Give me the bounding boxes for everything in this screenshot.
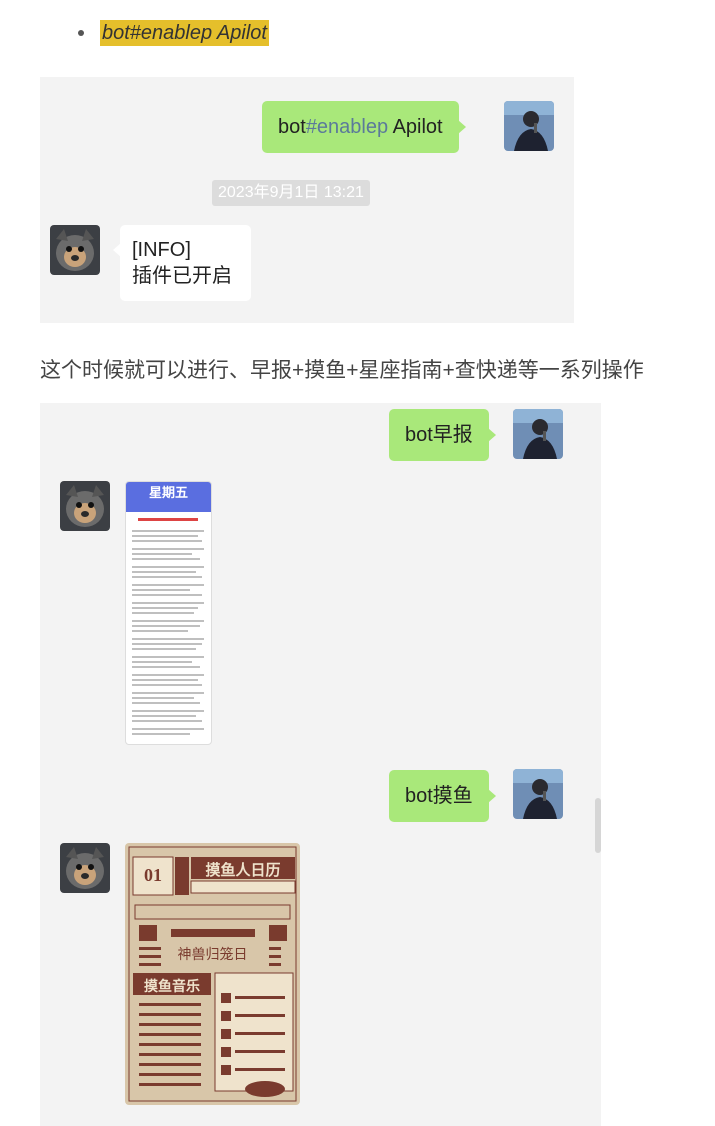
msg-suffix: Apilot [388, 116, 443, 138]
msg-prefix: bot [278, 116, 306, 138]
reply-line-2: 插件已开启 [132, 265, 232, 287]
outgoing-message-news: bot早报 [389, 409, 496, 461]
calendar-date-number: 01 [144, 865, 162, 885]
highlighted-command: bot#enablep Apilot [100, 20, 269, 46]
news-text-lines [132, 518, 204, 735]
bot-avatar-icon [60, 843, 110, 893]
bot-avatar-icon [50, 225, 100, 275]
news-image-header: 星期五 [148, 485, 188, 500]
outgoing-message-moyu: bot摸鱼 [389, 770, 496, 822]
reply-line-1: [INFO] [132, 239, 191, 261]
bullet-item: bot#enablep Apilot [78, 20, 269, 46]
news-image[interactable]: 星期五 [125, 481, 212, 745]
moyu-calendar-image[interactable]: 01 摸鱼人日历 神兽归笼日 摸鱼音乐 [125, 843, 300, 1105]
bot-reply: [INFO] 插件已开启 [113, 225, 251, 301]
chat-screenshot-enable: bot#enablep Apilot 2023年9月1日 13:21 [INFO… [40, 77, 574, 323]
chat-screenshot-commands: bot早报 星期五 bot摸鱼 01 摸鱼人日历 神兽归笼日 摸鱼音乐 [40, 403, 601, 1126]
description-paragraph: 这个时候就可以进行、早报+摸鱼+星座指南+查快递等一系列操作 [40, 359, 644, 382]
msg-keyword: #enablep [305, 116, 389, 138]
bot-avatar-icon [60, 481, 110, 531]
scrollbar-thumb[interactable] [595, 798, 601, 853]
bullet-dot [78, 30, 84, 36]
calendar-section-title: 摸鱼音乐 [144, 978, 200, 994]
timestamp: 2023年9月1日 13:21 [212, 180, 370, 206]
calendar-center-text: 神兽归笼日 [177, 946, 248, 962]
user-avatar-icon [513, 409, 563, 459]
user-avatar-icon [513, 769, 563, 819]
user-avatar-icon [504, 101, 554, 151]
calendar-title: 摸鱼人日历 [205, 862, 281, 879]
outgoing-message: bot#enablep Apilot [262, 101, 466, 153]
